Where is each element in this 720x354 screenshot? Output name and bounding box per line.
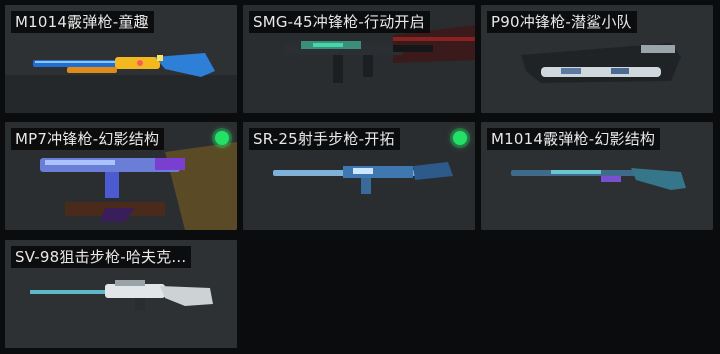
weapon-card[interactable]: M1014霰弹枪-童趣	[5, 5, 237, 113]
weapon-card[interactable]: SV-98狙击步枪-哈夫克...	[5, 240, 237, 348]
weapon-name: SMG-45冲锋枪-行动开启	[249, 11, 430, 33]
weapon-card[interactable]: MP7冲锋枪-幻影结构	[5, 122, 237, 230]
equipped-indicator	[453, 131, 467, 145]
weapon-skin-grid: M1014霰弹枪-童趣 SMG-45冲锋枪-行动开启 P90冲锋枪-潜鲨小队 M…	[0, 0, 720, 354]
weapon-card[interactable]: SR-25射手步枪-开拓	[243, 122, 475, 230]
weapon-card[interactable]: P90冲锋枪-潜鲨小队	[481, 5, 713, 113]
weapon-card[interactable]: M1014霰弹枪-幻影结构	[481, 122, 713, 230]
weapon-name: P90冲锋枪-潜鲨小队	[487, 11, 637, 33]
equipped-indicator	[215, 131, 229, 145]
weapon-card[interactable]: SMG-45冲锋枪-行动开启	[243, 5, 475, 113]
weapon-name: MP7冲锋枪-幻影结构	[11, 128, 165, 150]
weapon-name: M1014霰弹枪-幻影结构	[487, 128, 661, 150]
weapon-name: SR-25射手步枪-开拓	[249, 128, 400, 150]
weapon-name: SV-98狙击步枪-哈夫克...	[11, 246, 192, 268]
weapon-name: M1014霰弹枪-童趣	[11, 11, 154, 33]
